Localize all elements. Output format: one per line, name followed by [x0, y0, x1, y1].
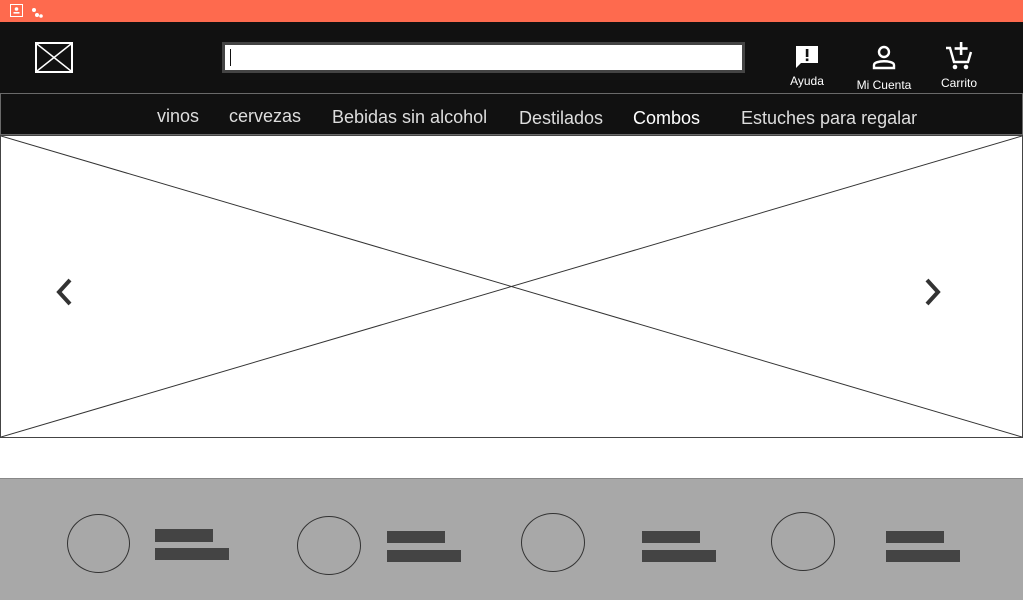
logo-placeholder[interactable]: [35, 42, 73, 73]
help-button[interactable]: Ayuda: [787, 42, 827, 88]
cart-label: Carrito: [940, 76, 977, 90]
features-strip: [0, 478, 1023, 600]
feature-text-placeholder: [387, 550, 461, 562]
feature-text-placeholder: [642, 550, 716, 562]
feature-icon-placeholder: [297, 516, 361, 575]
add-shopping-cart-icon: [946, 42, 973, 70]
feature-text-placeholder: [886, 550, 960, 562]
nav-item-estuches-para-regalar[interactable]: Estuches para regalar: [741, 108, 917, 129]
person-icon: [872, 45, 896, 70]
feature-icon-placeholder: [67, 514, 130, 573]
nav-item-combos[interactable]: Combos: [633, 108, 700, 129]
apps-icon[interactable]: [31, 7, 43, 19]
top-bar: [0, 0, 1023, 22]
feature-title-placeholder: [387, 531, 445, 543]
contact-card-icon[interactable]: [10, 4, 23, 17]
feedback-icon: [796, 46, 818, 68]
chevron-right-icon[interactable]: [921, 276, 945, 308]
search-input[interactable]: [222, 42, 745, 73]
text-caret: [230, 49, 231, 66]
feature-icon-placeholder: [771, 512, 835, 571]
feature-title-placeholder: [886, 531, 944, 543]
account-button[interactable]: Mi Cuenta: [853, 42, 915, 92]
feature-text-placeholder: [155, 548, 229, 560]
image-placeholder-icon: [36, 43, 72, 72]
chevron-left-icon[interactable]: [52, 276, 76, 308]
cart-button[interactable]: Carrito: [937, 42, 981, 90]
feature-title-placeholder: [155, 529, 213, 542]
nav-item-cervezas[interactable]: cervezas: [229, 106, 301, 127]
feature-title-placeholder: [642, 531, 700, 543]
nav-item-destilados[interactable]: Destilados: [519, 108, 603, 129]
hero-carousel: [0, 135, 1023, 438]
account-label: Mi Cuenta: [856, 78, 912, 92]
hero-image-placeholder: [1, 136, 1022, 437]
help-label: Ayuda: [790, 74, 824, 88]
feature-icon-placeholder: [521, 513, 585, 572]
category-nav: vinos cervezas Bebidas sin alcohol Desti…: [0, 93, 1023, 135]
nav-item-bebidas-sin-alcohol[interactable]: Bebidas sin alcohol: [332, 107, 487, 128]
nav-item-vinos[interactable]: vinos: [157, 106, 199, 127]
site-header: Ayuda Mi Cuenta Carrito: [0, 22, 1023, 93]
